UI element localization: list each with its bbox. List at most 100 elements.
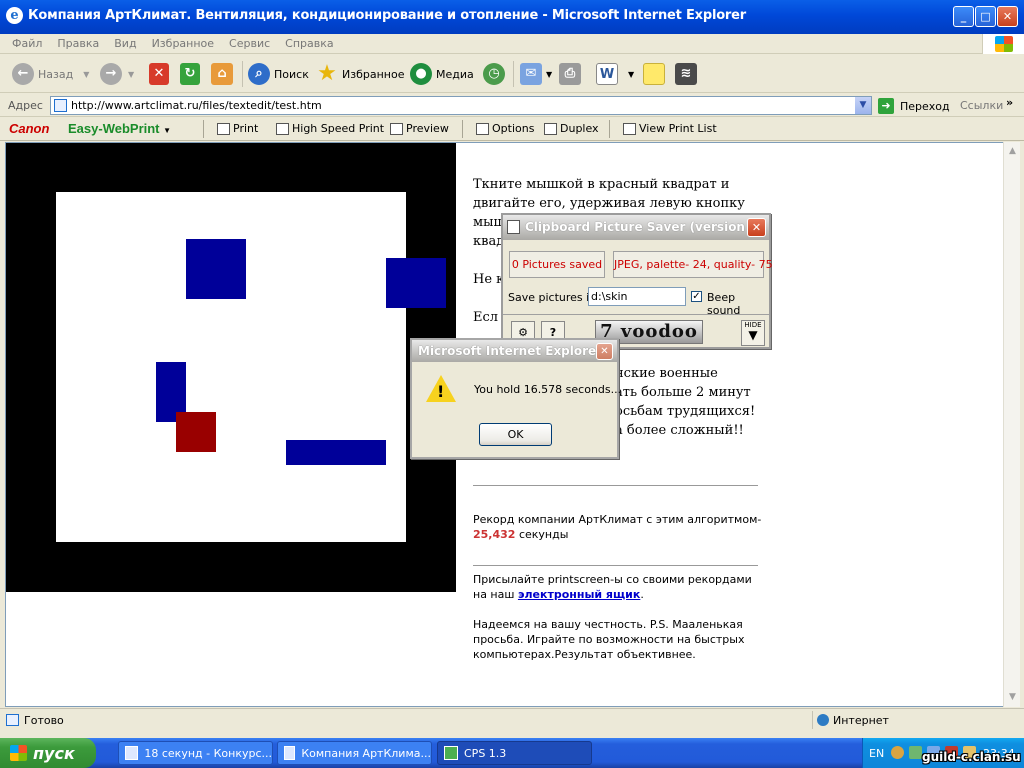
alert-close-button[interactable]: ✕: [596, 343, 613, 360]
cps-titlebar[interactable]: Clipboard Picture Saver (version... ✕: [503, 215, 769, 240]
back-button[interactable]: ← Назад ▼: [12, 60, 89, 88]
blue-block: [386, 258, 446, 308]
pictures-saved-button[interactable]: 0 Pictures saved: [509, 251, 605, 278]
ie-icon: e: [6, 7, 23, 24]
note-button[interactable]: [643, 60, 669, 88]
format-button[interactable]: JPEG, palette- 24, quality- 75: [613, 251, 773, 278]
menu-item[interactable]: Справка: [285, 37, 333, 50]
maximize-button[interactable]: □: [975, 6, 996, 27]
canon-view-print-list-button[interactable]: View Print List: [623, 122, 717, 135]
status-bar: Готово Интернет: [0, 708, 1024, 730]
canon-preview-button[interactable]: Preview: [390, 122, 449, 135]
chevron-down-icon: ▼: [163, 126, 172, 135]
favorites-button[interactable]: ★ Избранное: [316, 60, 404, 88]
cps-close-button[interactable]: ✕: [747, 218, 766, 237]
easy-webprint-menu[interactable]: Easy-WebPrint ▼: [68, 121, 171, 136]
window-titlebar[interactable]: e Компания АртКлимат. Вентиляция, кондиц…: [0, 0, 1024, 34]
note-icon: [643, 63, 665, 85]
stop-icon: ✕: [149, 63, 169, 85]
canon-duplex-button[interactable]: Duplex: [544, 122, 599, 135]
taskbar-item[interactable]: 18 секунд - Конкурс...: [118, 741, 273, 765]
edit-button[interactable]: W ▼: [596, 60, 634, 88]
blue-block: [286, 440, 386, 465]
alert-dialog: Microsoft Internet Explorer ✕ ! You hold…: [410, 338, 621, 459]
back-arrow-icon: ←: [12, 63, 34, 85]
beep-sound-checkbox[interactable]: ✓: [691, 291, 702, 302]
start-button[interactable]: пуск: [0, 738, 96, 768]
taskbar-item-active[interactable]: CPS 1.3: [437, 741, 592, 765]
scroll-up-icon[interactable]: ▲: [1005, 143, 1020, 160]
duplex-icon: [544, 122, 557, 135]
minimize-button[interactable]: _: [953, 6, 974, 27]
preview-icon: [390, 122, 403, 135]
save-path-input[interactable]: d:\skin: [588, 287, 686, 306]
printer-icon: [276, 122, 289, 135]
ok-button[interactable]: OK: [479, 423, 552, 446]
canon-logo: Canon: [9, 121, 50, 136]
window-title: Компания АртКлимат. Вентиляция, кондицио…: [28, 8, 746, 23]
language-indicator[interactable]: EN: [869, 747, 884, 760]
save-path-label: Save pictures in: [508, 291, 597, 304]
canon-print-button[interactable]: Print: [217, 122, 258, 135]
watermark: guild-c.clan.su: [922, 750, 1021, 764]
forward-arrow-icon: →: [100, 63, 122, 85]
menu-item[interactable]: Сервис: [229, 37, 270, 50]
blue-block: [186, 239, 246, 299]
go-button[interactable]: ➜ Переход: [878, 98, 950, 114]
email-link[interactable]: электронный ящик: [518, 588, 640, 601]
vertical-scrollbar[interactable]: ▲ ▼: [1003, 142, 1020, 707]
search-icon: ⌕: [248, 63, 270, 85]
history-icon: ◷: [483, 63, 505, 85]
windows-flag-icon: [10, 745, 27, 761]
go-arrow-icon: ➜: [878, 98, 894, 114]
internet-globe-icon: [817, 714, 829, 726]
print-button[interactable]: ⎙: [559, 60, 585, 88]
scroll-down-icon[interactable]: ▼: [1005, 689, 1020, 706]
star-icon: ★: [317, 61, 337, 86]
menu-item[interactable]: Файл: [12, 37, 42, 50]
hide-button[interactable]: HIDE ▼: [741, 320, 765, 346]
archive-button[interactable]: ≋: [675, 60, 701, 88]
canon-high-speed-print-button[interactable]: High Speed Print: [276, 122, 384, 135]
history-button[interactable]: ◷: [483, 60, 509, 88]
home-button[interactable]: ⌂: [211, 60, 237, 88]
chevron-down-icon[interactable]: ▼: [855, 97, 871, 114]
chevron-right-icon[interactable]: »: [1006, 96, 1013, 109]
close-button[interactable]: ✕: [997, 6, 1018, 27]
tray-arrow-icon[interactable]: [891, 746, 904, 759]
security-zone: Интернет: [812, 711, 1024, 729]
list-icon: [623, 122, 636, 135]
stop-button[interactable]: ✕: [149, 60, 173, 88]
arrow-down-icon: ▼: [748, 328, 758, 342]
mail-icon: ✉: [520, 63, 542, 85]
chevron-down-icon: ▼: [546, 69, 553, 79]
menu-item[interactable]: Правка: [57, 37, 99, 50]
page-icon: [54, 99, 67, 112]
address-input[interactable]: http://www.artclimat.ru/files/textedit/t…: [50, 96, 872, 115]
menu-item[interactable]: Избранное: [152, 37, 214, 50]
printer-icon: [217, 122, 230, 135]
divider: [473, 485, 758, 486]
refresh-button[interactable]: ↻: [180, 60, 204, 88]
tray-app-icon[interactable]: [909, 746, 922, 759]
search-button[interactable]: ⌕ Поиск: [248, 60, 309, 88]
home-icon: ⌂: [211, 63, 233, 85]
divider: [473, 565, 758, 566]
canon-options-button[interactable]: Options: [476, 122, 534, 135]
ie-page-icon: [125, 746, 139, 760]
menu-bar: Файл Правка Вид Избранное Сервис Справка: [0, 34, 1024, 54]
forward-button[interactable]: → ▼: [100, 60, 134, 88]
media-button[interactable]: ● Медиа: [410, 60, 474, 88]
word-icon: W: [596, 63, 618, 85]
windows-logo-icon: [982, 34, 1024, 54]
taskbar-item[interactable]: Компания АртКлима...: [277, 741, 432, 765]
menu-item[interactable]: Вид: [114, 37, 136, 50]
red-square[interactable]: [176, 412, 216, 452]
refresh-icon: ↻: [180, 63, 200, 85]
printer-icon: ⎙: [559, 63, 581, 85]
honesty-text: Надеемся на вашу честность. P.S. Маалень…: [473, 618, 745, 661]
alert-titlebar[interactable]: Microsoft Internet Explorer ✕: [412, 340, 617, 362]
links-button[interactable]: Ссылки: [960, 99, 1003, 112]
instructions-text-continued: нские военные ать больше 2 минут осьбам …: [615, 366, 756, 438]
mail-button[interactable]: ✉ ▼: [520, 60, 552, 88]
